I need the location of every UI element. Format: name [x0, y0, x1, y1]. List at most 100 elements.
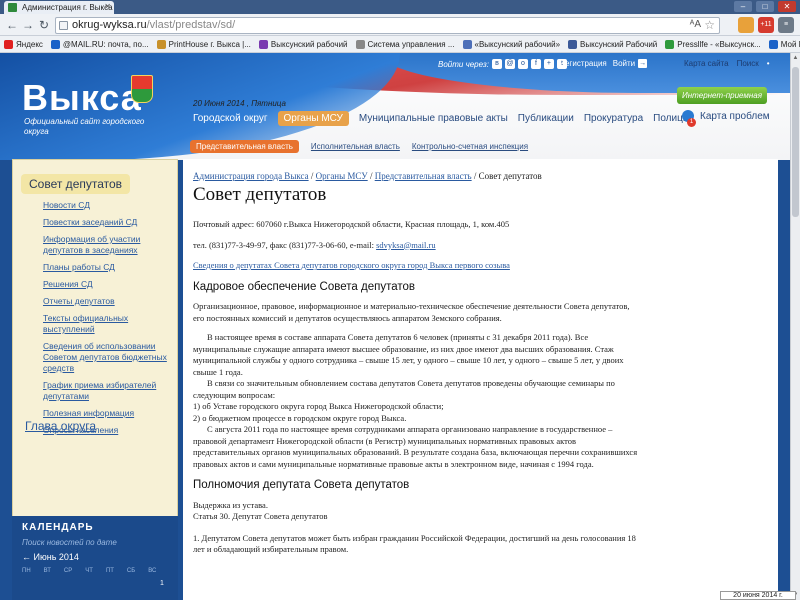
map-pin-icon: 1 [682, 110, 696, 127]
bookmarks-bar: Яндекс @MAIL.RU: почта, по... PrintHouse г… [0, 36, 800, 53]
section-heading: Кадровое обеспечение Совета депутатов [193, 280, 415, 293]
extension-icon[interactable] [738, 17, 754, 33]
bookmark-favicon-icon [568, 39, 578, 49]
bookmark-item[interactable]: PrintHouse г. Выкса |... [156, 39, 251, 49]
sidebar-title[interactable]: Совет депутатов [21, 174, 131, 194]
page-title: Совет депутатов [193, 184, 327, 205]
account-links: Регистрация Войти → [560, 59, 648, 68]
back-icon[interactable]: ← [4, 17, 20, 33]
breadcrumb-link[interactable]: Представительная власть [375, 171, 472, 181]
forward-icon[interactable]: → [20, 17, 36, 33]
internet-reception-button[interactable]: Интернет-приемная [677, 87, 767, 104]
sidebar-item[interactable]: Решения СД [43, 279, 173, 290]
weekday-label: ЧТ [85, 568, 93, 574]
main-nav-item[interactable]: Муниципальные правовые акты [359, 113, 508, 124]
sitemap-link[interactable]: Карта сайта [684, 59, 729, 68]
sidebar-item[interactable]: Новости СД [43, 200, 173, 211]
translate-icon[interactable]: ᴬA [690, 19, 701, 30]
coat-of-arms-icon [131, 75, 153, 103]
weekday-label: ВТ [43, 568, 51, 574]
sidebar-menu: Новости СД Повестки заседаний СД Информаци… [43, 200, 173, 442]
sidebar-item[interactable]: Информация об участии депутатов в заседа… [43, 234, 173, 256]
extension-badge-icon[interactable]: +11 [758, 17, 774, 33]
browser-titlebar: Администрация г. Выкса / ✕ – □ ✕ [0, 0, 800, 14]
breadcrumb-link[interactable]: Администрация города Выкса [193, 171, 309, 181]
bookmark-favicon-icon [258, 39, 268, 49]
sidebar-head-of-district-link[interactable]: Глава округа [25, 419, 96, 433]
weekday-label: ПН [22, 568, 31, 574]
bookmark-label: PrintHouse г. Выкса |... [168, 39, 251, 49]
sidebar-item[interactable]: Повестки заседаний СД [43, 217, 173, 228]
mail-icon[interactable]: @ [504, 59, 515, 69]
sidebar-item[interactable]: Планы работы СД [43, 262, 173, 273]
browser-tab[interactable]: Администрация г. Выкса / ✕ [4, 1, 114, 14]
main-nav-item[interactable]: Публикации [518, 113, 574, 124]
facebook-icon[interactable]: f [530, 59, 541, 69]
phone-fax: тел. (831)77-3-49-97, факс (831)77-3-06-… [193, 239, 377, 250]
paragraph: 1) об Уставе городского округа город Вык… [193, 401, 444, 411]
add-icon[interactable]: + [543, 59, 554, 69]
register-link[interactable]: Регистрация [560, 59, 607, 68]
odnoklassniki-icon[interactable]: о [517, 59, 528, 69]
calendar-title: КАЛЕНДАРЬ [22, 522, 94, 533]
bookmark-label: Яндекс [16, 39, 43, 49]
site-logo[interactable]: Выкса [22, 77, 142, 119]
arrow-right-icon: → [638, 59, 648, 68]
sub-nav-item[interactable]: Контрольно-счетная инспекция [412, 142, 528, 151]
notification-badge: 1 [687, 118, 696, 127]
main-nav-item[interactable]: Прокуратура [584, 113, 643, 124]
scrollbar-thumb[interactable] [792, 67, 799, 217]
breadcrumb-link[interactable]: Органы МСУ [316, 171, 368, 181]
current-date: 20 Июня 2014 , Пятница [193, 99, 286, 108]
sub-nav-item[interactable]: Исполнительная власть [311, 142, 400, 151]
bookmark-item[interactable]: Система управления ... [355, 39, 455, 49]
sidebar-item[interactable]: Полезная информация [43, 408, 173, 419]
scroll-up-icon[interactable]: ▲ [791, 53, 800, 63]
weekday-label: СР [63, 568, 73, 574]
close-tab-icon[interactable]: ✕ [104, 2, 111, 11]
sidebar-item[interactable]: Отчеты депутатов [43, 296, 173, 307]
bookmark-item[interactable]: @MAIL.RU: почта, по... [50, 39, 149, 49]
bookmark-item[interactable]: Мой Мир@Mail.Ru [768, 39, 800, 49]
utility-links: Карта сайта Поиск • [684, 59, 770, 68]
weekday-label: ВС [148, 568, 157, 574]
weekday-label: ПТ [105, 568, 114, 574]
sub-nav-item[interactable]: Представительная власть [190, 140, 299, 153]
deputies-info-link[interactable]: Сведения о депутатах Совета депутатов го… [193, 260, 510, 270]
bookmark-favicon-icon [50, 39, 60, 49]
close-window-icon[interactable]: ✕ [778, 1, 796, 12]
minimize-icon[interactable]: – [734, 1, 752, 12]
page-icon [59, 21, 68, 30]
main-nav-item[interactable]: Городской округ [193, 113, 268, 124]
sidebar-item[interactable]: График приема избирателей депутатами [43, 380, 173, 402]
maximize-icon[interactable]: □ [756, 1, 774, 12]
calendar-hint: Поиск новостей по дате [22, 538, 117, 547]
sidebar: Совет депутатов Новости СД Повестки засед… [12, 159, 178, 519]
bookmark-label: Мой Мир@Mail.Ru [780, 39, 800, 49]
bookmark-item[interactable]: «Выксунский рабочий» [462, 39, 560, 49]
main-nav-item[interactable]: Органы МСУ [277, 111, 349, 126]
problem-map-link[interactable]: 1 Карта проблем [682, 110, 770, 127]
paragraph: Статья 30. Депутат Совета депутатов [193, 511, 328, 521]
address-bar[interactable]: okrug-wyksa.ru/vlast/predstav/sd/ ᴬA ☆ [55, 17, 720, 34]
bookmark-item[interactable]: Выксунский Рабочий [568, 39, 657, 49]
sidebar-item[interactable]: Сведения об использовании Советом депута… [43, 341, 173, 374]
bookmark-favicon-icon [4, 39, 13, 49]
menu-icon[interactable]: ≡ [778, 17, 794, 33]
bookmark-item[interactable]: Выксунский рабочий [258, 39, 348, 49]
reload-icon[interactable]: ↻ [36, 17, 52, 33]
page-scrollbar[interactable]: ▲ ▼ [790, 53, 800, 600]
vk-icon[interactable]: в [491, 59, 502, 69]
bookmark-favicon-icon [665, 39, 675, 49]
calendar-day[interactable]: 1 [160, 580, 164, 587]
bookmark-star-icon[interactable]: ☆ [704, 18, 715, 32]
paragraph: 1. Депутатом Совета депутатов может быть… [193, 532, 636, 555]
article-body: Почтовый адрес: 607060 г.Выкса Нижегород… [193, 219, 638, 556]
login-link[interactable]: Войти → [613, 59, 648, 68]
bookmark-item[interactable]: Pressllfe - «Выксунск... [665, 39, 761, 49]
bookmark-item[interactable]: Яндекс [4, 39, 43, 49]
email-link[interactable]: sdvyksa@mail.ru [376, 240, 436, 250]
sidebar-item[interactable]: Тексты официальных выступлений [43, 313, 173, 335]
search-link[interactable]: Поиск [737, 59, 759, 68]
calendar-month-nav[interactable]: ← Июнь 2014 [22, 552, 79, 562]
